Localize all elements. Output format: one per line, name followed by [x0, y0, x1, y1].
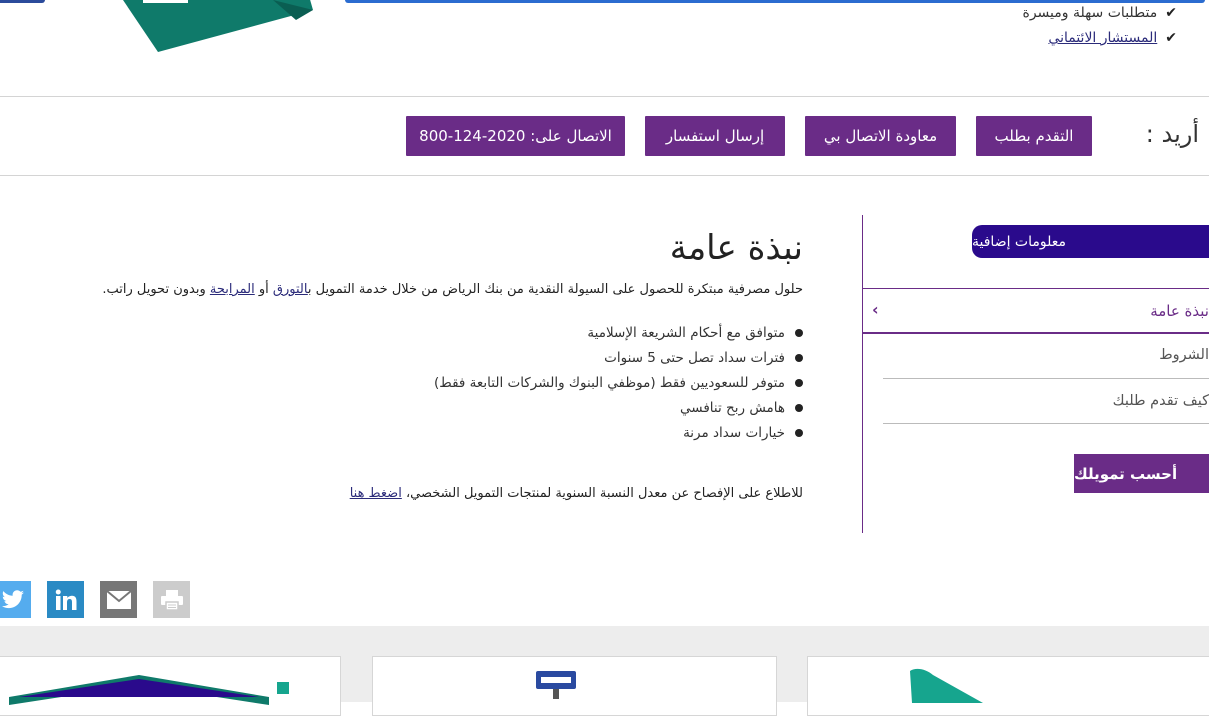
chevron-left-icon: ‹: [872, 300, 879, 319]
twitter-icon[interactable]: [0, 581, 31, 618]
murabaha-link[interactable]: المرابحة: [210, 282, 255, 297]
credit-advisor-link[interactable]: المستشار الائتماني: [1048, 30, 1157, 46]
call-button[interactable]: الاتصال على: 2020-124-800: [406, 116, 625, 156]
feature-item-easy: ✔ متطلبات سهلة وميسرة: [1022, 5, 1177, 21]
sidebar-divider: [863, 288, 1209, 289]
bullet-icon: [795, 403, 803, 412]
hero-graphic: [123, 0, 313, 52]
bullet-icon: [795, 378, 803, 387]
apply-button[interactable]: التقدم بطلب: [976, 116, 1092, 156]
apr-disclosure: للاطلاع على الإفصاح عن معدل النسبة السنو…: [349, 486, 803, 501]
top-bar-left: [0, 0, 45, 3]
promo-graphic: [536, 671, 576, 699]
list-item: فترات سداد تصل حتى 5 سنوات: [434, 345, 803, 370]
calculate-financing-button[interactable]: أحسب تمويلك: [1074, 454, 1209, 493]
promo-card[interactable]: [807, 656, 1209, 716]
list-item: متوفر للسعوديين فقط (موظفي البنوك والشرك…: [434, 370, 803, 395]
list-item: هامش ربح تنافسي: [434, 395, 803, 420]
check-icon: ✔: [1165, 30, 1177, 46]
bullet-icon: [795, 353, 803, 362]
sidebar-item-overview[interactable]: نبذة عامة: [1150, 302, 1209, 320]
tawarruq-link[interactable]: التورق: [273, 282, 308, 297]
list-item: خيارات سداد مرنة: [434, 420, 803, 445]
promo-card[interactable]: [0, 656, 341, 716]
promo-graphic: [9, 675, 289, 705]
sidebar-active-underline: [863, 332, 1209, 334]
promo-card[interactable]: [372, 656, 777, 716]
divider-actions: [0, 175, 1209, 176]
more-info-tab[interactable]: معلومات إضافية: [972, 225, 1209, 258]
sidebar-separator: [883, 378, 1209, 379]
feature-item-advisor[interactable]: ✔ المستشار الائتماني: [1048, 30, 1177, 46]
sidebar-item-how-to-apply[interactable]: كيف تقدم طلبك: [1113, 393, 1209, 409]
callback-button[interactable]: معاودة الاتصال بي: [805, 116, 956, 156]
bullet-icon: [795, 428, 803, 437]
page-title: نبذة عامة: [669, 228, 803, 268]
sidebar-item-terms[interactable]: الشروط: [1159, 347, 1209, 363]
print-icon[interactable]: [153, 581, 190, 618]
apr-click-here-link[interactable]: اضغط هنا: [350, 486, 402, 501]
bullet-icon: [795, 328, 803, 337]
top-bar-accent: [345, 0, 1205, 3]
want-label: أريد :: [1145, 120, 1199, 148]
inquiry-button[interactable]: إرسال استفسار: [645, 116, 785, 156]
intro-text: حلول مصرفية مبتكرة للحصول على السيولة ال…: [102, 282, 803, 297]
divider-top: [0, 96, 1209, 97]
sidebar-separator: [883, 423, 1209, 424]
promo-graphic: [910, 668, 983, 703]
check-icon: ✔: [1165, 5, 1177, 21]
email-icon[interactable]: [100, 581, 137, 618]
linkedin-icon[interactable]: [47, 581, 84, 618]
sidebar-border: [862, 215, 863, 533]
benefits-list: متوافق مع أحكام الشريعة الإسلامية فترات …: [434, 320, 803, 445]
list-item: متوافق مع أحكام الشريعة الإسلامية: [434, 320, 803, 345]
